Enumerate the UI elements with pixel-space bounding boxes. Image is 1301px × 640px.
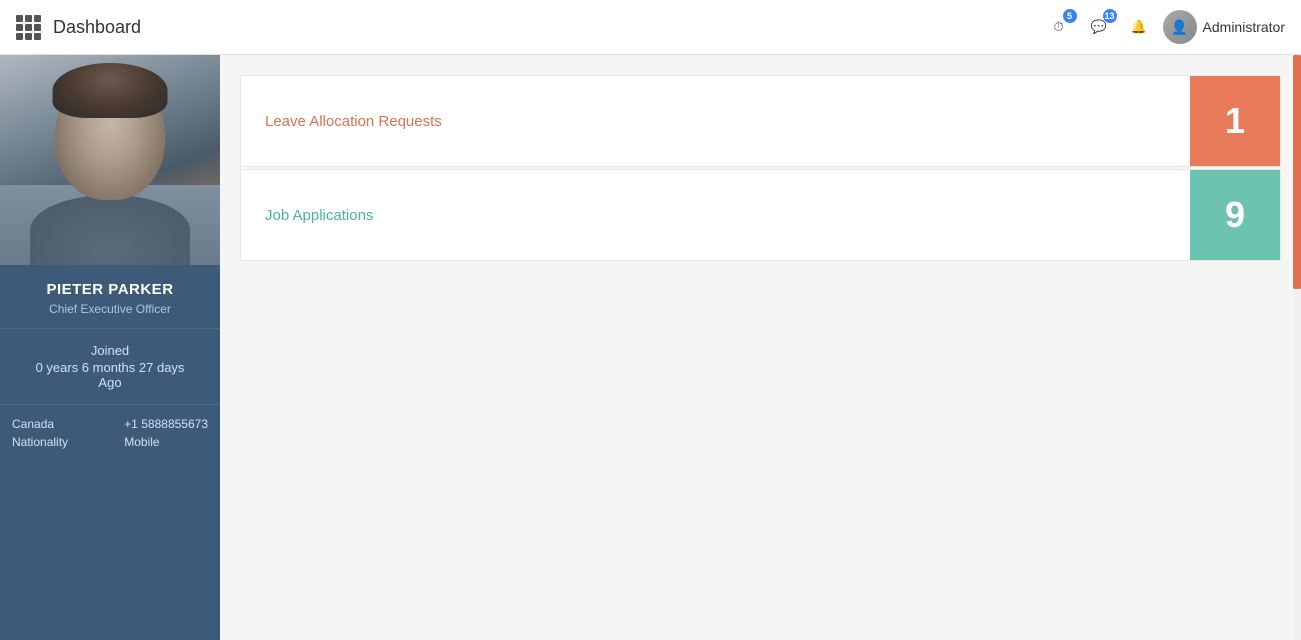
nationality-col: Canada Nationality <box>12 417 68 449</box>
dashboard-cards: Leave Allocation Requests 1 Job Applicat… <box>220 55 1301 283</box>
joined-duration: 0 years 6 months 27 days <box>12 360 208 375</box>
phone-value: +1 5888855673 <box>124 417 208 431</box>
page-title: Dashboard <box>53 17 141 38</box>
scroll-indicator <box>1293 55 1301 640</box>
job-applications-value[interactable]: 9 <box>1190 170 1280 260</box>
content-area: Leave Allocation Requests 1 Job Applicat… <box>220 55 1301 640</box>
nationality-value: Canada <box>12 417 68 431</box>
sidebar: PIETER PARKER Chief Executive Officer Jo… <box>0 55 220 640</box>
avatar-image: 👤 <box>1163 10 1197 44</box>
main-layout: PIETER PARKER Chief Executive Officer Jo… <box>0 55 1301 640</box>
joined-ago: Ago <box>12 375 208 390</box>
profile-photo <box>0 55 220 265</box>
admin-section[interactable]: 👤 Administrator <box>1163 10 1285 44</box>
clock-badge: 5 <box>1063 9 1077 23</box>
profile-details: Canada Nationality +1 5888855673 Mobile <box>0 405 220 461</box>
joined-label: Joined <box>12 343 208 358</box>
leave-allocation-card: Leave Allocation Requests 1 <box>240 75 1281 167</box>
chat-button[interactable]: 💬 13 <box>1083 11 1115 43</box>
chat-badge: 13 <box>1103 9 1117 23</box>
header: Dashboard ⏱ 5 💬 13 🔔 👤 Administrator <box>0 0 1301 55</box>
profile-info: PIETER PARKER Chief Executive Officer <box>0 265 220 329</box>
phone-col: +1 5888855673 Mobile <box>124 417 208 449</box>
scroll-thumb[interactable] <box>1293 55 1301 289</box>
bell-icon: 🔔 <box>1127 15 1151 39</box>
header-left: Dashboard <box>16 15 141 40</box>
avatar: 👤 <box>1163 10 1197 44</box>
photo-bg <box>0 55 220 265</box>
admin-name: Administrator <box>1203 19 1285 35</box>
profile-job-title: Chief Executive Officer <box>12 302 208 316</box>
phone-label: Mobile <box>124 435 208 449</box>
notification-button[interactable]: 🔔 <box>1123 11 1155 43</box>
job-applications-label[interactable]: Job Applications <box>241 187 1190 244</box>
job-applications-card: Job Applications 9 <box>240 169 1281 261</box>
leave-allocation-label[interactable]: Leave Allocation Requests <box>241 93 1190 150</box>
nationality-label: Nationality <box>12 435 68 449</box>
leave-allocation-value[interactable]: 1 <box>1190 76 1280 166</box>
profile-joined: Joined 0 years 6 months 27 days Ago <box>0 329 220 405</box>
grid-menu-icon[interactable] <box>16 15 41 40</box>
profile-name: PIETER PARKER <box>12 281 208 298</box>
clock-button[interactable]: ⏱ 5 <box>1043 11 1075 43</box>
header-right: ⏱ 5 💬 13 🔔 👤 Administrator <box>1043 10 1285 44</box>
